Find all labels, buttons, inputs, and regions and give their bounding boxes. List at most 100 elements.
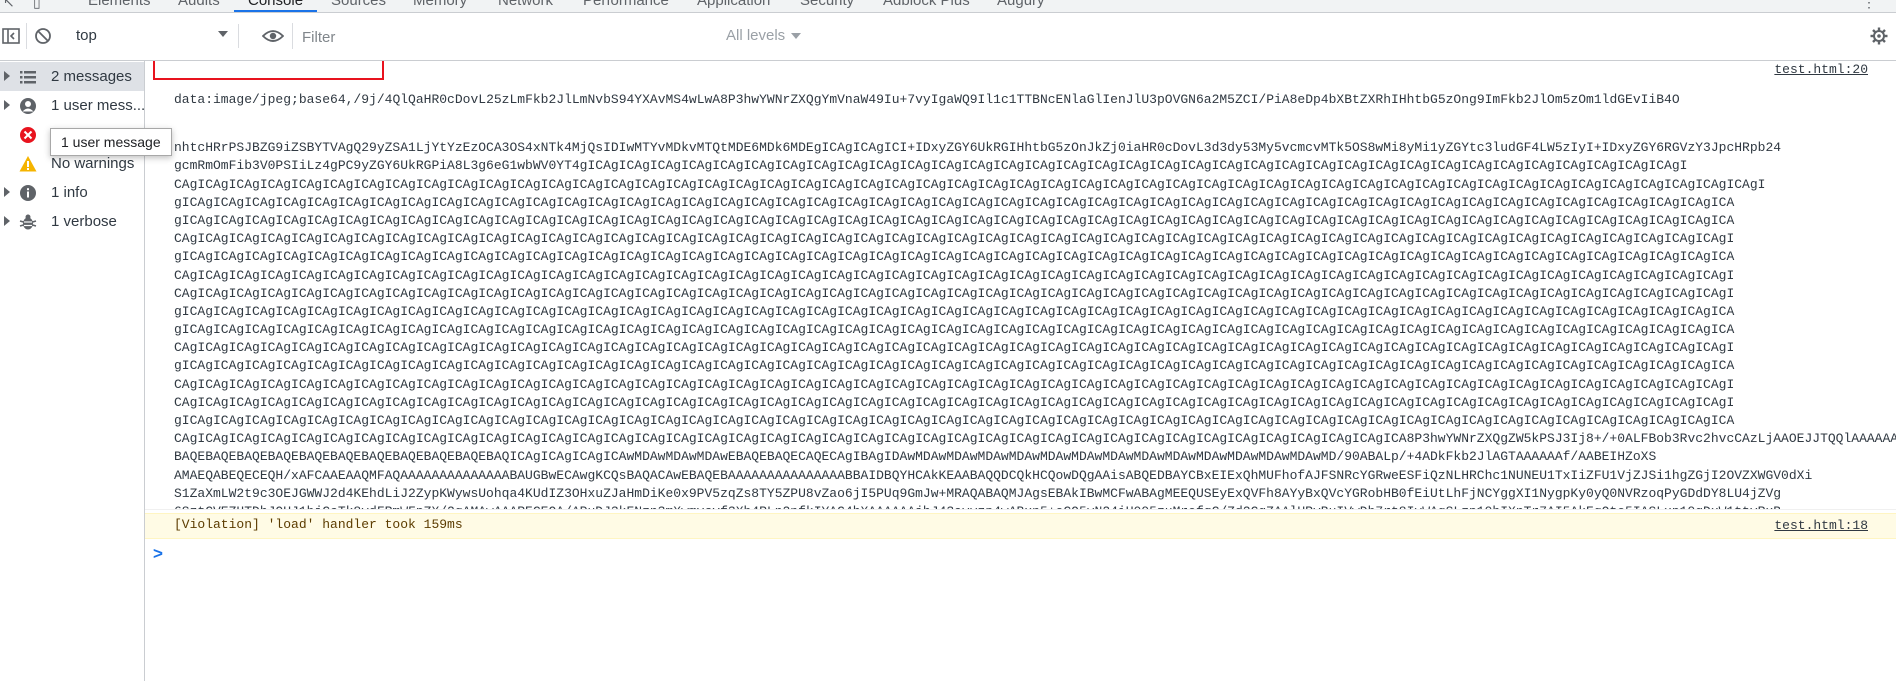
tab-sources[interactable]: Sources (331, 0, 386, 9)
expand-arrow-icon[interactable] (4, 71, 10, 81)
tab-adblock-plus[interactable]: Adblock Plus (883, 0, 970, 9)
user-icon (20, 98, 36, 114)
sidebar-item-label: 1 verbose (51, 213, 117, 230)
log-line: CAgICAgICAgICAgICAgICAgICAgICAgICAgICAgI… (174, 267, 1896, 285)
inspect-element-icon[interactable]: ↖ (3, 0, 15, 11)
log-line-text: gcmRmOmFib3V0PSIiLz4gPC9yZGY6UkRGPiA8L3g… (174, 158, 1688, 174)
settings-gear-icon[interactable] (1870, 27, 1888, 45)
log-line: BAQEBAQEBAQEBAQEBAQEBAQEBAQEBAQEBAQEBAQE… (174, 448, 1896, 466)
expand-arrow-icon[interactable] (4, 100, 10, 110)
tab-augury[interactable]: Augury (997, 0, 1045, 9)
log-line-text: gICAgICAgICAgICAgICAgICAgICAgICAgICAgICA… (174, 322, 1735, 338)
log-line: data:image/jpeg;base64,/9j/4QlQaHR0cDovL… (174, 91, 1896, 109)
source-link[interactable]: test.html:18 (1774, 517, 1868, 535)
clear-console-icon[interactable] (34, 27, 52, 45)
log-line: CAgICAgICAgICAgICAgICAgICAgICAgICAgICAgI… (174, 394, 1896, 412)
log-line: S1ZaXmLW2t9c3OEJGWWJ2d4KEhdLiJ2ZypKWywsU… (174, 485, 1896, 503)
log-line-text: nhtcHRrPSJBZG9iZSBYTVAgQ29yZSA1LjYtYzEzO… (174, 140, 1782, 156)
filter-input[interactable] (300, 24, 704, 50)
log-line: gcmRmOmFib3V0PSIiLz4gPC9yZGY6UkRGPiA8L3g… (174, 157, 1896, 175)
sidebar-item-label: 1 user mess... (51, 97, 146, 114)
sidebar-item-info[interactable]: 1 info (0, 178, 144, 207)
tab-performance[interactable]: Performance (583, 0, 669, 9)
log-line-text: CAgICAgICAgICAgICAgICAgICAgICAgICAgICAgI… (174, 231, 1735, 247)
log-line: AMAEQABEQECEQH/xAFCAAEAAQMFAQAAAAAAAAAAA… (174, 467, 1896, 485)
chevron-down-icon (791, 33, 802, 40)
log-levels-label: All levels (726, 27, 786, 44)
highlight-box (153, 61, 384, 80)
console-toolbar: top All levels (0, 13, 1896, 61)
more-options-icon[interactable]: ⋮ (1862, 0, 1876, 11)
log-line-text: AMAEQABEQECEQH/xAFCAAEAAQMFAQAAAAAAAAAAA… (174, 467, 1813, 483)
console-output: data:image/jpeg;base64,/9j/4QlQaHR0cDovL… (145, 61, 1896, 681)
context-selector-label: top (76, 27, 97, 44)
log-line-text: CAgICAgICAgICAgICAgICAgICAgICAgICAgICAgI… (174, 267, 1735, 283)
log-line-text: CAgICAgICAgICAgICAgICAgICAgICAgICAgICAgI… (174, 394, 1735, 410)
log-line: gICAgICAgICAgICAgICAgICAgICAgICAgICAgICA… (174, 303, 1896, 321)
list-icon (20, 71, 36, 84)
log-line: gICAgICAgICAgICAgICAgICAgICAgICAgICAgICA… (174, 357, 1896, 375)
violation-text: [Violation] 'load' handler took 159ms (174, 517, 463, 532)
sidebar-item-label: 1 info (51, 184, 88, 201)
eye-icon[interactable] (262, 28, 284, 44)
log-text: data:image/jpeg;base64,/9j/4QlQaHR0cDovL… (174, 61, 1896, 509)
log-line: gICAgICAgICAgICAgICAgICAgICAgICAgICAgICA… (174, 412, 1896, 430)
sidebar-toggle-icon[interactable] (2, 28, 20, 44)
tab-console[interactable]: Console (233, 0, 318, 12)
log-line: gICAgICAgICAgICAgICAgICAgICAgICAgICAgICA… (174, 194, 1896, 212)
log-levels-dropdown[interactable]: All levels (726, 27, 802, 44)
log-line: CAgICAgICAgICAgICAgICAgICAgICAgICAgICAgI… (174, 176, 1896, 194)
expand-arrow-icon[interactable] (4, 216, 10, 226)
sidebar-item-messages[interactable]: 2 messages (0, 62, 144, 91)
log-line: CAgICAgICAgICAgICAgICAgICAgICAgICAgICAgI… (174, 285, 1896, 303)
log-line-text: j/4QlQaHR0cDovL25zLmFkb2JlLmNvbS94YXAvMS… (369, 92, 1680, 107)
sidebar-item-user-messages[interactable]: 1 user mess... (0, 91, 146, 120)
log-line-text: CAgICAgICAgICAgICAgICAgICAgICAgICAgICAgI… (174, 376, 1735, 392)
log-line-text: CAgICAgICAgICAgICAgICAgICAgICAgICAgICAgI… (174, 340, 1735, 356)
log-line: gICAgICAgICAgICAgICAgICAgICAgICAgICAgICA… (174, 212, 1896, 230)
log-line-text: BAQEBAQEBAQEBAQEBAQEBAQEBAQEBAQEBAQEBAQE… (174, 449, 1657, 465)
verbose-bug-icon (19, 214, 37, 230)
console-violation-message[interactable]: [Violation] 'load' handler took 159ms te… (145, 513, 1896, 539)
context-selector[interactable]: top (66, 24, 239, 48)
console-log-message[interactable]: data:image/jpeg;base64,/9j/4QlQaHR0cDovL… (145, 61, 1896, 510)
filter-input-wrapper (300, 24, 704, 50)
info-icon (20, 185, 36, 201)
sidebar-item-label: No warnings (51, 155, 135, 172)
log-line-text: gICAgICAgICAgICAgICAgICAgICAgICAgICAgICA… (174, 249, 1735, 265)
toolbar-divider (26, 23, 27, 49)
expand-arrow-icon[interactable] (4, 187, 10, 197)
console-prompt-icon[interactable]: > (153, 544, 163, 564)
log-line: gICAgICAgICAgICAgICAgICAgICAgICAgICAgICA… (174, 321, 1896, 339)
tab-network[interactable]: Network (498, 0, 553, 9)
tab-application[interactable]: Application (697, 0, 770, 9)
log-line: CAgICAgICAgICAgICAgICAgICAgICAgICAgICAgI… (174, 376, 1896, 394)
log-line-text: CAgICAgICAgICAgICAgICAgICAgICAgICAgICAgI… (174, 176, 1766, 192)
source-link[interactable]: test.html:20 (1774, 61, 1868, 79)
data-url-prefix: data:image/jpeg;base64,/9 (174, 92, 370, 107)
devtools-tab-bar: ↖ ▯ Elements Audits Console Sources Memo… (0, 0, 1896, 13)
sidebar-item-verbose[interactable]: 1 verbose (0, 207, 144, 236)
error-icon (20, 127, 36, 143)
log-line: 6SztCVEZHTDhJOUJ1bjCcTk8ydFRmWFpZX/2gAMA… (174, 503, 1896, 509)
log-line: CAgICAgICAgICAgICAgICAgICAgICAgICAgICAgI… (174, 339, 1896, 357)
log-line: CAgICAgICAgICAgICAgICAgICAgICAgICAgICAgI… (174, 430, 1896, 448)
log-line-text: gICAgICAgICAgICAgICAgICAgICAgICAgICAgICA… (174, 212, 1735, 228)
log-line-text: CAgICAgICAgICAgICAgICAgICAgICAgICAgICAgI… (174, 431, 1896, 447)
tab-memory[interactable]: Memory (413, 0, 467, 9)
log-line: gICAgICAgICAgICAgICAgICAgICAgICAgICAgICA… (174, 248, 1896, 266)
log-line-text: gICAgICAgICAgICAgICAgICAgICAgICAgICAgICA… (174, 358, 1735, 374)
sidebar-item-label: 2 messages (51, 68, 132, 85)
log-line-text: gICAgICAgICAgICAgICAgICAgICAgICAgICAgICA… (174, 303, 1735, 319)
log-line-text: 6SztCVEZHTDhJOUJ1bjCcTk8ydFRmWFpZX/2gAMA… (174, 504, 1781, 509)
tab-elements[interactable]: Elements (88, 0, 151, 9)
toolbar-divider (292, 23, 293, 49)
log-line-text: S1ZaXmLW2t9c3OEJGWWJ2d4KEhdLiJ2ZypKWywsU… (174, 485, 1782, 501)
tab-security[interactable]: Security (800, 0, 854, 9)
warning-icon (19, 156, 37, 172)
device-toggle-icon[interactable]: ▯ (33, 0, 41, 11)
log-line: nhtcHRrPSJBZG9iZSBYTVAgQ29yZSA1LjYtYzEzO… (174, 139, 1896, 157)
tab-audits[interactable]: Audits (178, 0, 220, 9)
log-line: CAgICAgICAgICAgICAgICAgICAgICAgICAgICAgI… (174, 230, 1896, 248)
chevron-down-icon (218, 31, 228, 37)
